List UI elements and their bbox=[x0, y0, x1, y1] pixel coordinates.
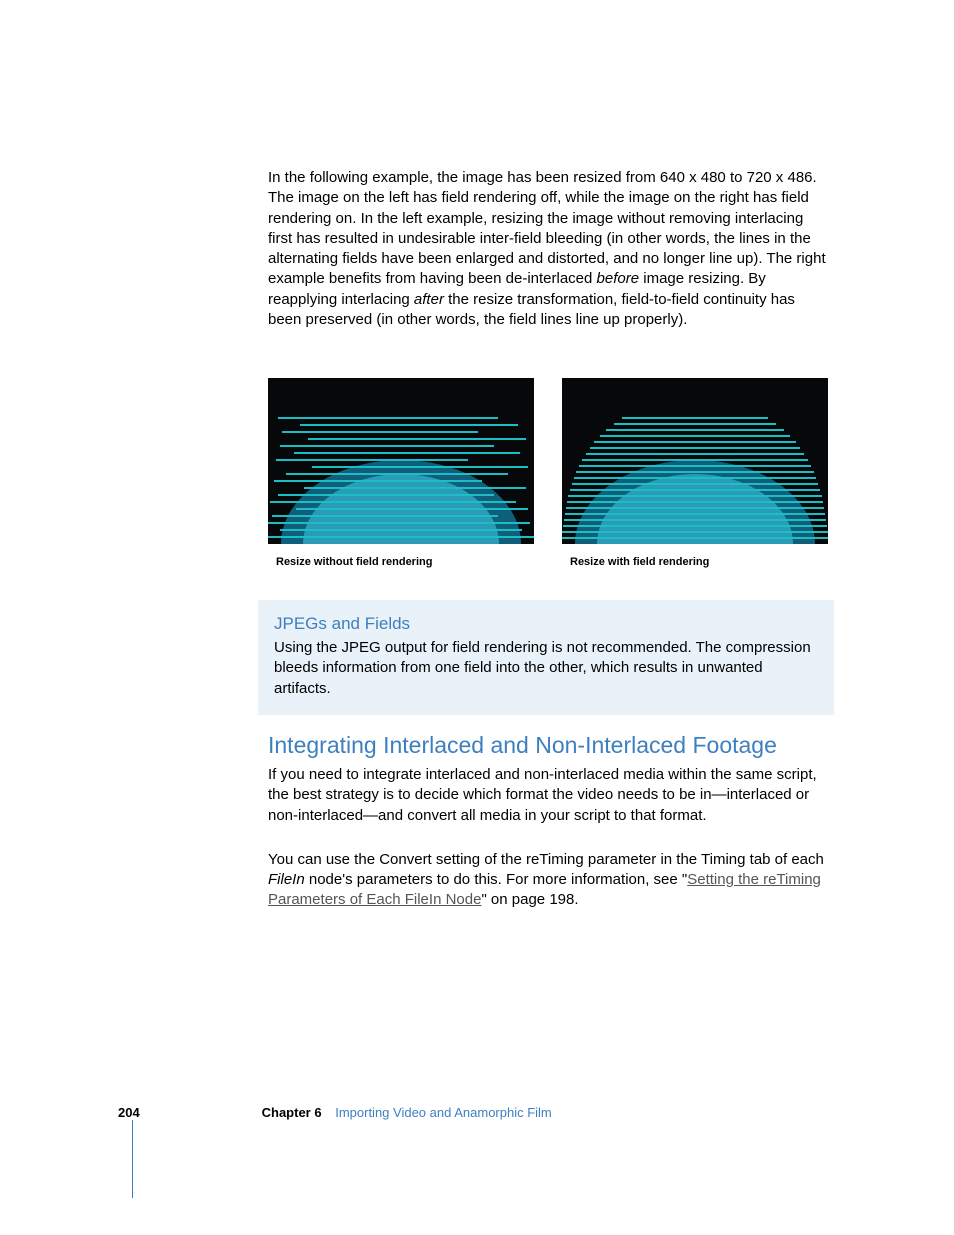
figure-left-image bbox=[268, 378, 534, 544]
intro-em-after: after bbox=[414, 291, 444, 308]
section-p2: You can use the Convert setting of the r… bbox=[268, 850, 828, 911]
section-p2-post: " on page 198. bbox=[481, 891, 578, 908]
page-number: 204 bbox=[118, 1105, 258, 1120]
section-p1: If you need to integrate interlaced and … bbox=[268, 765, 828, 826]
section-p2-mid: node's parameters to do this. For more i… bbox=[305, 871, 688, 888]
callout-box: JPEGs and Fields Using the JPEG output f… bbox=[258, 600, 834, 715]
chapter-title: Importing Video and Anamorphic Film bbox=[335, 1105, 552, 1120]
callout-heading: JPEGs and Fields bbox=[274, 614, 818, 634]
figure-left-caption: Resize without field rendering bbox=[268, 556, 534, 568]
chapter-label: Chapter 6 bbox=[262, 1105, 322, 1120]
figure-right-caption: Resize with field rendering bbox=[562, 556, 828, 568]
page: In the following example, the image has … bbox=[0, 0, 954, 1235]
page-footer: 204 Chapter 6 Importing Video and Anamor… bbox=[118, 1105, 818, 1120]
intro-paragraph: In the following example, the image has … bbox=[268, 168, 828, 330]
figure-right-image bbox=[562, 378, 828, 544]
section-p2-em: FileIn bbox=[268, 871, 305, 888]
section-integrating: Integrating Interlaced and Non-Interlace… bbox=[268, 732, 828, 935]
intro-block: In the following example, the image has … bbox=[268, 168, 828, 354]
figures-row: Resize without field rendering bbox=[268, 378, 828, 568]
figure-right: Resize with field rendering bbox=[562, 378, 828, 568]
callout-body: Using the JPEG output for field renderin… bbox=[274, 638, 818, 699]
figure-left: Resize without field rendering bbox=[268, 378, 534, 568]
intro-em-before: before bbox=[597, 270, 640, 287]
footer-side-rule bbox=[132, 1120, 133, 1198]
section-p2-pre: You can use the Convert setting of the r… bbox=[268, 851, 824, 868]
section-heading: Integrating Interlaced and Non-Interlace… bbox=[268, 732, 828, 759]
